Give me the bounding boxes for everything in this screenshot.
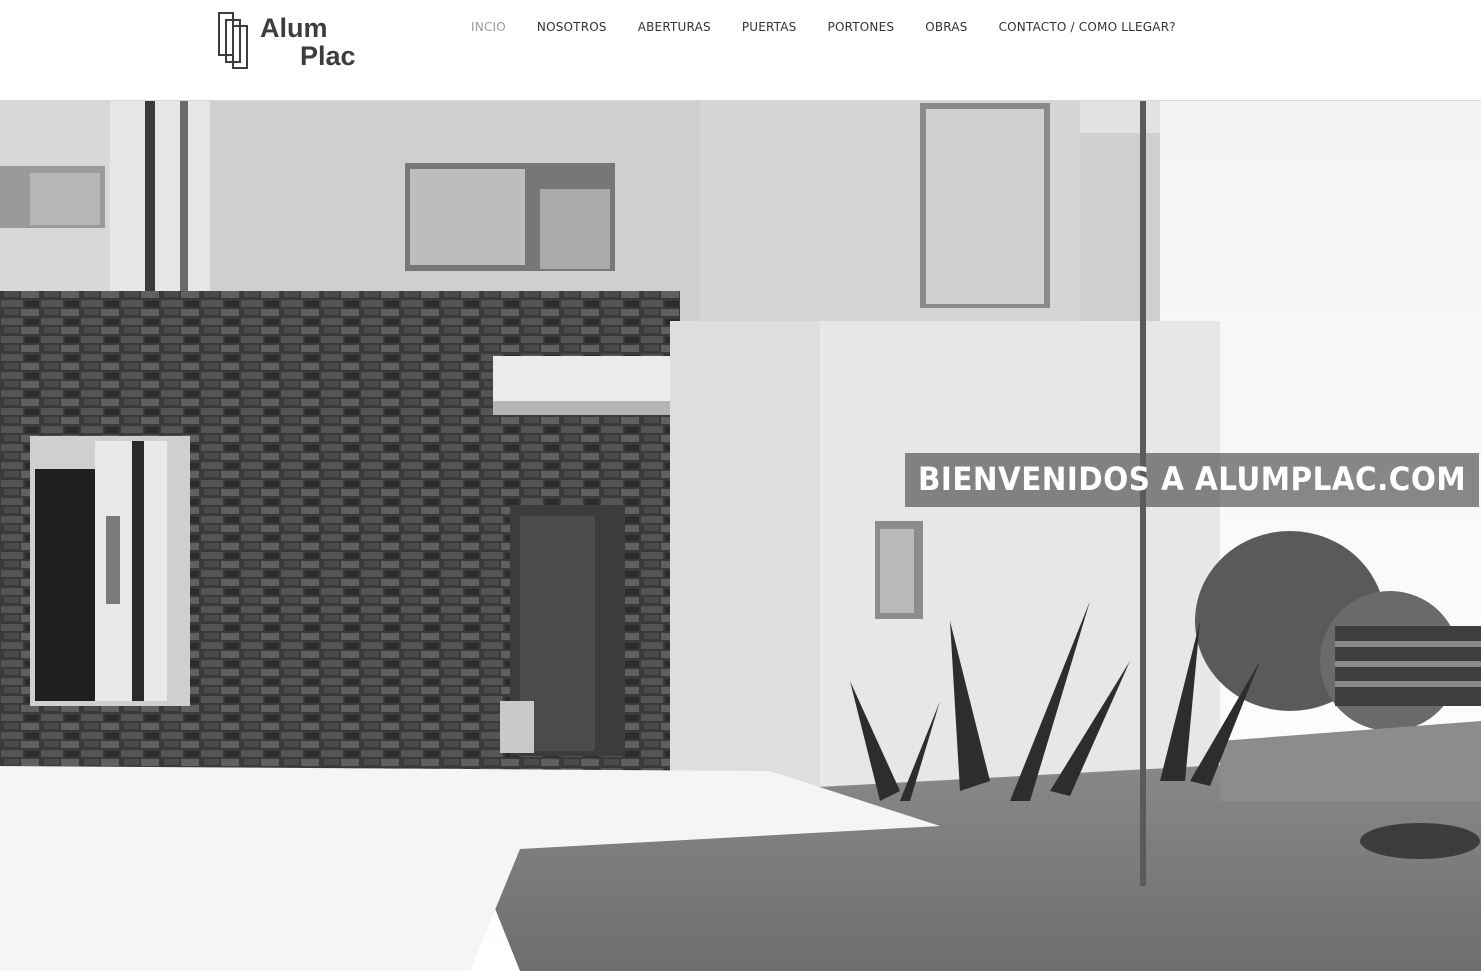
- site-header: Alum Plac INCIO NOSOTROS ABERTURAS PUERT…: [0, 0, 1481, 101]
- logo-line-1: Alum: [260, 13, 328, 43]
- hero-banner-text: BIENVENIDOS A ALUMPLAC.COM: [918, 460, 1467, 498]
- nav-item-puertas[interactable]: PUERTAS: [742, 20, 797, 34]
- logo-mark-icon: [218, 12, 248, 69]
- nav-item-portones[interactable]: PORTONES: [828, 20, 895, 34]
- hero-house-photo: [0, 101, 1481, 971]
- logo-text: Alum Plac: [260, 14, 356, 70]
- main-nav: INCIO NOSOTROS ABERTURAS PUERTAS PORTONE…: [471, 20, 1207, 34]
- logo-line-2: Plac: [300, 41, 356, 71]
- nav-item-obras[interactable]: OBRAS: [925, 20, 967, 34]
- nav-item-nosotros[interactable]: NOSOTROS: [537, 20, 607, 34]
- hero-banner: BIENVENIDOS A ALUMPLAC.COM: [905, 453, 1479, 507]
- nav-item-inicio[interactable]: INCIO: [471, 20, 506, 34]
- hero-slider: BIENVENIDOS A ALUMPLAC.COM: [0, 101, 1481, 971]
- nav-item-aberturas[interactable]: ABERTURAS: [638, 20, 711, 34]
- site-logo[interactable]: Alum Plac: [218, 12, 388, 72]
- nav-item-contacto[interactable]: CONTACTO / COMO LLEGAR?: [999, 20, 1176, 34]
